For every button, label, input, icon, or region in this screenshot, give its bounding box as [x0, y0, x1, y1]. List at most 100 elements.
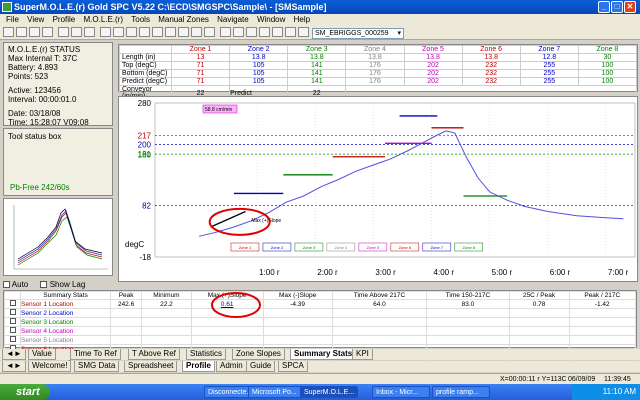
tab-statistics[interactable]: Statistics — [186, 349, 227, 360]
stats-cell[interactable]: -4.39 — [262, 299, 333, 309]
stats-cell[interactable] — [109, 326, 143, 336]
zone-header[interactable]: Zone 2 — [229, 45, 289, 54]
stats-cell[interactable] — [331, 317, 428, 327]
profile-icon[interactable] — [259, 27, 270, 37]
sensor-location-label[interactable]: Sensor 3 Location — [20, 317, 111, 327]
stats-cell[interactable] — [426, 308, 510, 318]
tab-welcome[interactable]: Welcome! — [28, 361, 72, 372]
zone-cell[interactable]: 176 — [345, 77, 405, 86]
mini-profile-graph[interactable] — [3, 198, 113, 276]
cut-icon[interactable] — [58, 27, 69, 37]
zone-header[interactable]: Zone 4 — [345, 45, 405, 54]
sensor-select[interactable]: SM_EBRIGGS_000259 ▾ — [312, 28, 404, 39]
stats-header[interactable]: 25C / Peak — [508, 291, 570, 300]
new-icon[interactable] — [3, 27, 14, 37]
paste-icon[interactable] — [84, 27, 95, 37]
tab-spca[interactable]: SPCA — [278, 361, 308, 372]
tab-spreadsheet[interactable]: Spreadsheet — [124, 361, 178, 372]
taskbar-item[interactable]: Inbox - Micr... — [372, 386, 430, 398]
zone-cell[interactable]: 71 — [170, 61, 231, 70]
zone-header[interactable]: Zone 6 — [461, 45, 521, 54]
upload-icon[interactable] — [233, 27, 244, 37]
menu-window[interactable]: Window — [257, 15, 285, 24]
maximize-button[interactable]: □ — [611, 1, 623, 13]
save-icon[interactable] — [29, 27, 40, 37]
zone-cell[interactable]: 12.8 — [519, 53, 579, 62]
zone-cell[interactable]: 202 — [403, 69, 463, 78]
sensor-checkbox[interactable] — [4, 308, 21, 318]
menu-view[interactable]: View — [27, 15, 44, 24]
stats-cell[interactable] — [568, 308, 636, 318]
zone-cell[interactable]: 255 — [519, 77, 579, 86]
stats-header[interactable]: Summary Stats — [20, 291, 111, 300]
minimize-button[interactable]: _ — [598, 1, 610, 13]
stats-cell[interactable]: 64.0 — [331, 299, 428, 309]
stats-header[interactable]: Max (+)Slope — [190, 291, 264, 300]
start-button[interactable]: start — [0, 384, 50, 400]
stats-cell[interactable] — [331, 335, 428, 345]
stats-cell[interactable]: 22.2 — [141, 299, 192, 309]
stats-cell[interactable] — [426, 317, 510, 327]
zone-cell[interactable]: 13.8 — [287, 53, 347, 62]
stats-cell[interactable] — [568, 326, 636, 336]
menu-profile[interactable]: Profile — [53, 15, 76, 24]
tab-guide[interactable]: Guide — [246, 361, 276, 372]
menu-mole[interactable]: M.O.L.E.(r) — [83, 15, 123, 24]
zone-cell[interactable]: 232 — [461, 69, 521, 78]
tab-nav-arrows-icon[interactable]: ◄► — [2, 349, 26, 360]
show-lag-checkbox[interactable] — [40, 281, 48, 289]
zone-cell[interactable]: 202 — [403, 77, 463, 86]
stats-cell[interactable] — [508, 308, 570, 318]
stats-cell[interactable] — [508, 326, 570, 336]
zone-header[interactable]: Zone 7 — [519, 45, 579, 54]
stats-cell[interactable] — [109, 335, 143, 345]
zone-header[interactable]: Zone 5 — [403, 45, 463, 54]
zone-cell[interactable]: 100 — [577, 69, 638, 78]
tab-summary-stats[interactable]: Summary Stats — [290, 349, 357, 360]
stats-cell[interactable] — [568, 335, 636, 345]
stats-cell[interactable]: 0.61 — [190, 299, 264, 309]
stats-cell[interactable] — [262, 335, 333, 345]
zone-cell[interactable]: 105 — [229, 69, 289, 78]
stats-header[interactable]: Time 150-217C — [426, 291, 510, 300]
tab-zone-slopes[interactable]: Zone Slopes — [232, 349, 285, 360]
stats-header[interactable]: Peak — [109, 291, 143, 300]
zone-cell[interactable]: 141 — [287, 69, 347, 78]
sensor-checkbox[interactable] — [4, 326, 21, 336]
sensor-checkbox[interactable] — [4, 299, 21, 309]
sensor-location-label[interactable]: Sensor 2 Location — [20, 308, 111, 318]
stats-cell[interactable] — [190, 335, 264, 345]
stats-cell[interactable] — [568, 317, 636, 327]
stats-cell[interactable] — [190, 317, 264, 327]
stats-header[interactable]: Time Above 217C — [331, 291, 428, 300]
sensor-checkbox[interactable] — [4, 317, 21, 327]
sensor-location-label[interactable]: Sensor 5 Location — [20, 335, 111, 345]
stats-cell[interactable] — [109, 317, 143, 327]
stats-cell[interactable]: 242.6 — [109, 299, 143, 309]
sensor-icon[interactable] — [246, 27, 257, 37]
export-icon[interactable] — [191, 27, 202, 37]
menu-manual-zones[interactable]: Manual Zones — [158, 15, 209, 24]
zone-cell[interactable]: 13.8 — [403, 53, 463, 62]
tab-value[interactable]: Value — [28, 349, 56, 360]
run-icon[interactable] — [100, 27, 111, 37]
stats-cell[interactable] — [262, 326, 333, 336]
grid-icon[interactable] — [165, 27, 176, 37]
stats-cell[interactable] — [190, 326, 264, 336]
stats-cell[interactable]: 0.78 — [508, 299, 570, 309]
menu-navigate[interactable]: Navigate — [217, 15, 249, 24]
zone-cell[interactable]: 141 — [287, 77, 347, 86]
stats-cell[interactable] — [508, 335, 570, 345]
stats-header[interactable]: Minimum — [141, 291, 192, 300]
zone-header[interactable]: Zone 3 — [287, 45, 347, 54]
stats-cell[interactable] — [508, 317, 570, 327]
chart-icon[interactable] — [126, 27, 137, 37]
zone-cell[interactable]: 13 — [170, 53, 231, 62]
print-icon[interactable] — [42, 27, 53, 37]
zone-cell[interactable]: 100 — [577, 77, 638, 86]
sensor-location-label[interactable]: Sensor 4 Location — [20, 326, 111, 336]
zone-cell[interactable]: 105 — [229, 61, 289, 70]
zone-cell[interactable]: 71 — [170, 77, 231, 86]
refresh-icon[interactable] — [204, 27, 215, 37]
stats-cell[interactable] — [331, 308, 428, 318]
